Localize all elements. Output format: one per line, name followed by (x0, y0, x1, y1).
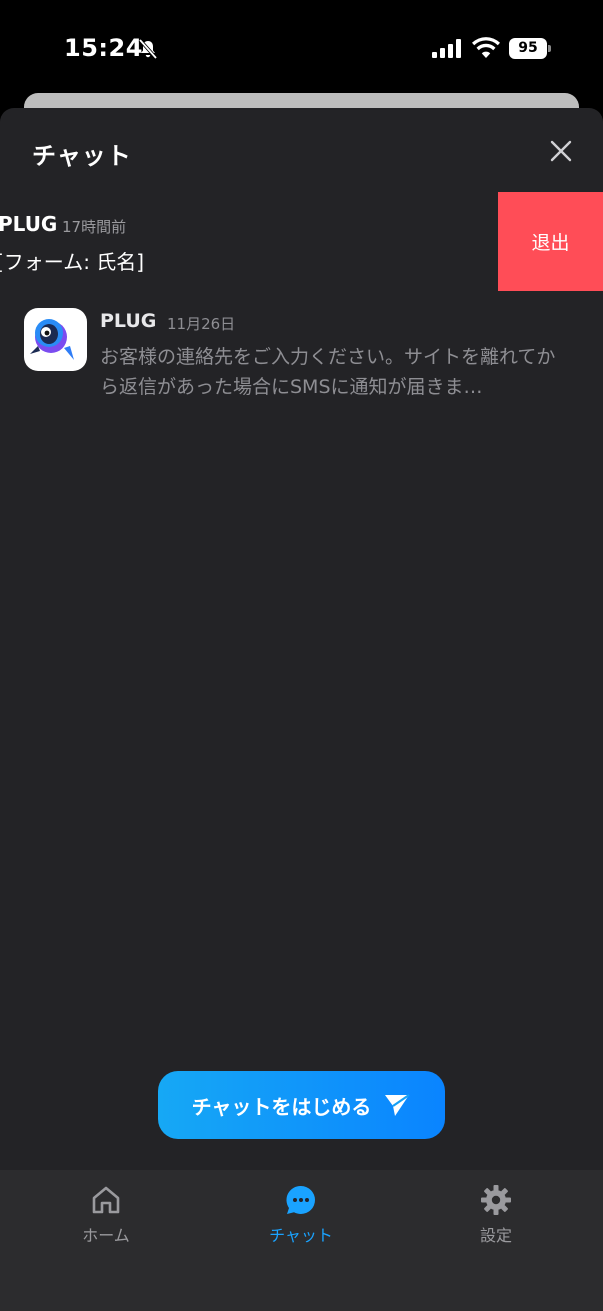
sender-name: PLUG (0, 212, 58, 236)
tab-home[interactable]: ホーム (46, 1184, 166, 1246)
sheet-title: チャット (32, 142, 132, 170)
leave-chat-button[interactable]: 退出 (498, 192, 603, 291)
home-icon (92, 1186, 120, 1214)
gear-icon (481, 1185, 511, 1215)
bell-muted-icon (138, 38, 158, 60)
status-time: 15:24 (64, 34, 143, 62)
send-plane-icon (385, 1094, 411, 1116)
start-chat-button[interactable]: チャットをはじめる (158, 1071, 445, 1139)
start-chat-label: チャットをはじめる (191, 1094, 372, 1119)
tab-home-label: ホーム (82, 1226, 130, 1245)
message-time: 17時間前 (62, 218, 127, 236)
cellular-signal-icon (432, 39, 461, 58)
battery-tip (548, 45, 551, 52)
wifi-icon (472, 37, 500, 58)
message-preview: [フォーム: 氏名] (0, 250, 145, 274)
tab-settings-label: 設定 (479, 1226, 512, 1245)
tab-bar: ホーム チャット 設定 (0, 1170, 603, 1311)
chat-list-item[interactable]: PLUG 11月26日 お客様の連絡先をご入力ください。サイトを離れてから返信が… (0, 304, 603, 414)
chat-bubble-icon (286, 1185, 315, 1214)
tab-settings[interactable]: 設定 (436, 1184, 556, 1246)
battery-level: 95 (509, 38, 547, 59)
sender-name: PLUG (100, 310, 157, 332)
message-preview: お客様の連絡先をご入力ください。サイトを離れてから返信があった場合にSMSに通知… (100, 346, 556, 398)
tab-chat[interactable]: チャット (241, 1184, 361, 1246)
plug-avatar (24, 308, 87, 371)
message-date: 11月26日 (167, 315, 236, 333)
tab-chat-label: チャット (269, 1226, 333, 1245)
rocket-mascot-icon (30, 319, 74, 360)
status-bar: 15:24 95 (0, 0, 603, 95)
chat-sheet: チャット PLUG 17時間前 [フォーム: 氏名] 退出 PLUG 11月26… (0, 108, 603, 1311)
close-icon[interactable] (548, 138, 574, 164)
